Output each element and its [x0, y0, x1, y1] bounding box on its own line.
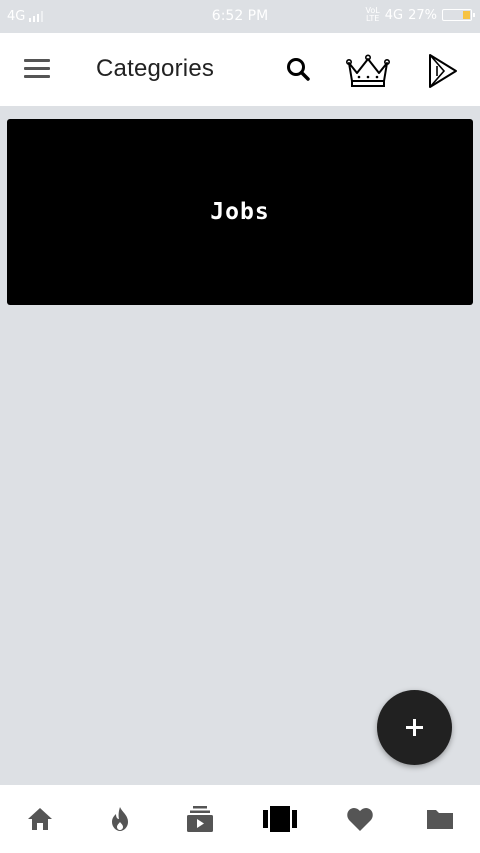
nav-home[interactable]: [0, 785, 80, 853]
menu-button[interactable]: [24, 59, 50, 79]
bottom-nav: [0, 785, 480, 853]
premium-button[interactable]: [345, 51, 391, 91]
wifi-calling-icon: VoL LTE: [365, 6, 380, 23]
page-title: Categories: [96, 55, 215, 82]
nav-subscriptions[interactable]: [160, 785, 240, 853]
fire-icon: [112, 807, 128, 831]
nav-trending[interactable]: [80, 785, 160, 853]
status-right: VoL LTE 4G 27%: [365, 6, 475, 23]
battery-percent: 27%: [408, 7, 437, 23]
categories-icon: [263, 806, 297, 832]
home-icon: [28, 808, 52, 830]
nav-favorites[interactable]: [320, 785, 400, 853]
category-card-jobs[interactable]: Jobs: [7, 119, 473, 305]
plus-icon: [406, 719, 423, 736]
search-icon: [287, 58, 310, 81]
nav-categories[interactable]: [240, 785, 320, 853]
favorites-icon: [347, 807, 373, 831]
nav-folder[interactable]: [400, 785, 480, 853]
app-bar: Categories: [0, 33, 480, 106]
network-right-label: 4G: [384, 7, 404, 23]
category-list: Jobs: [0, 106, 480, 785]
play-store-button[interactable]: [424, 51, 460, 91]
search-button[interactable]: [279, 51, 319, 91]
category-label: Jobs: [210, 199, 270, 225]
crown-icon: [345, 54, 390, 87]
battery-icon: [442, 9, 475, 21]
subscriptions-icon: [187, 806, 213, 832]
status-bar: 4G 6:52 PM VoL LTE 4G 27%: [0, 0, 480, 33]
play-store-icon: [429, 54, 457, 88]
folder-icon: [427, 810, 453, 829]
add-category-button[interactable]: [377, 690, 452, 765]
